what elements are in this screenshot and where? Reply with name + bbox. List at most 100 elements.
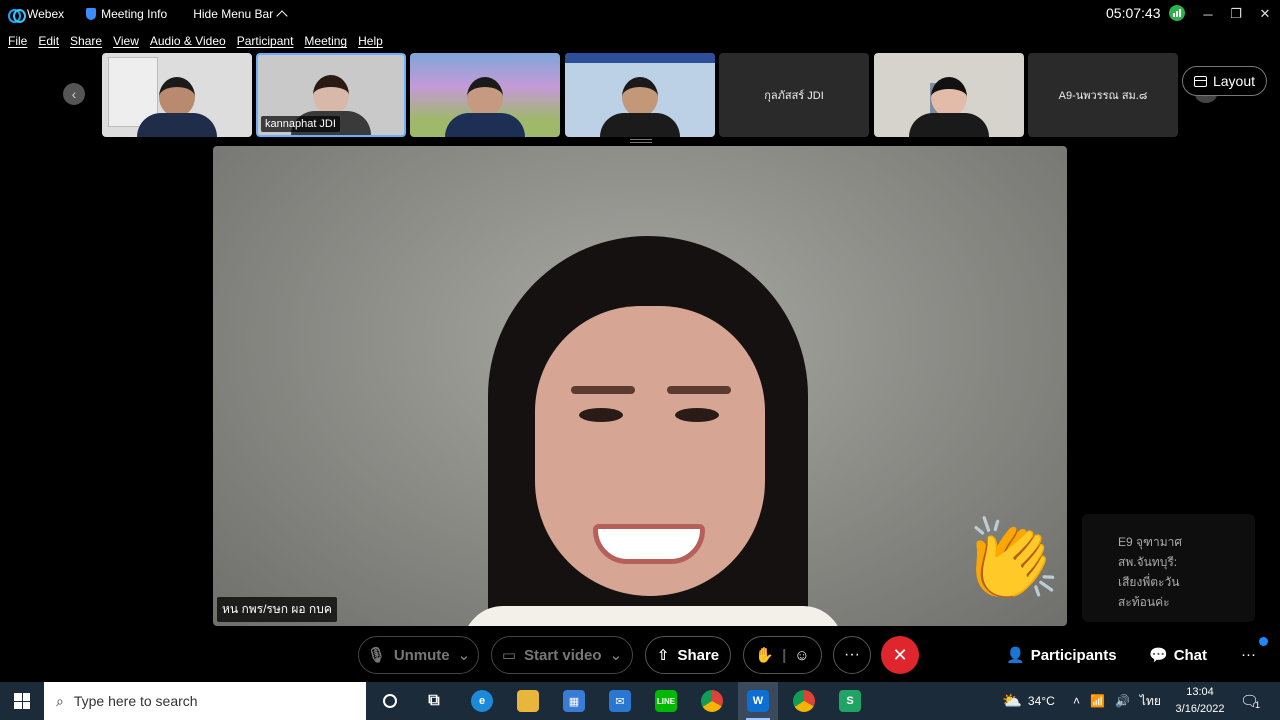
file-explorer-app[interactable] [508,682,548,720]
taskbar-clock[interactable]: 13:04 3/16/2022 [1170,684,1230,718]
close-button[interactable]: ✕ [1251,0,1279,28]
folder-icon [517,690,539,712]
task-view-button[interactable]: ⧉ [414,682,454,720]
timer-text: 05:07:43 [1106,5,1161,21]
chevron-left-icon: ‹ [71,86,77,102]
participant-tile[interactable] [565,53,715,137]
search-placeholder: Type here to search [73,693,198,709]
hide-menu-bar-button[interactable]: Hide Menu Bar [193,7,288,22]
sun-cloud-icon: ⛅ [1002,693,1022,710]
mic-muted-icon: 🎙 [366,647,386,664]
volume-icon[interactable]: 🔊 [1115,694,1130,708]
chat-preview[interactable]: E9 จุฑามาศ สพ.จันทบุรี: เสียงพี่ตะวัน สะ… [1082,514,1255,622]
start-video-label: Start video [524,646,602,664]
menu-meeting[interactable]: Meeting [304,34,347,48]
mail-icon: ✉ [609,690,631,712]
chevron-down-icon[interactable]: ⌄ [610,646,623,664]
chevron-up-icon[interactable]: ˄ [1073,694,1080,708]
participant-name: A9-นพวรรณ สม.๘ [1058,90,1148,102]
cortana-button[interactable] [370,682,410,720]
share-button[interactable]: ⇧ Share [645,636,731,674]
chevron-down-icon[interactable]: ⌄ [458,646,471,664]
participant-tile[interactable]: kannaphat JDI [256,53,406,137]
chrome-icon [793,690,815,712]
mail-app[interactable]: ✉ [600,682,640,720]
wifi-icon[interactable]: 📶 [1090,694,1105,708]
participant-video [445,77,525,137]
task-view-icon: ⧉ [428,692,440,709]
panel-more-button[interactable]: ··· [1241,646,1256,663]
app-name: Webex [27,7,65,21]
line-app[interactable]: LINE [646,682,686,720]
taskbar-search[interactable]: ⌕ Type here to search [44,682,366,720]
notification-dot [1259,637,1268,646]
meeting-timer: 05:07:43 [1106,5,1185,21]
maximize-button[interactable]: ❐ [1222,0,1250,28]
webex-logo-icon [8,9,26,23]
participant-tile[interactable] [410,53,560,137]
strip-resize-handle[interactable] [630,139,652,143]
reactions-group: ✋ | ☺ [743,636,822,674]
raise-hand-icon[interactable]: ✋ [755,646,774,664]
notification-center-button[interactable]: 🗨 1 [1240,682,1260,720]
menu-file[interactable]: File [8,34,27,48]
share-label: Share [677,646,720,664]
connection-signal-icon[interactable] [1168,5,1185,21]
menu-audio-video[interactable]: Audio & Video [150,34,226,48]
more-icon: ··· [844,646,860,663]
menu-participant[interactable]: Participant [237,34,294,48]
menu-share[interactable]: Share [70,34,102,48]
chrome-app-2[interactable] [784,682,824,720]
clock-time: 13:04 [1186,686,1214,698]
weather-widget[interactable]: ⛅ 34°C [1002,682,1055,720]
store-icon: ▦ [563,690,585,712]
start-video-button[interactable]: ▭ Start video ⌄ [491,636,633,674]
person-icon: 👤 [1006,647,1025,664]
layout-button[interactable]: Layout [1182,66,1267,96]
menu-view[interactable]: View [113,34,139,48]
participants-label: Participants [1030,646,1117,664]
participant-name: กุลภัสสร์ JDI [764,90,824,102]
meeting-info-button[interactable]: Meeting Info [86,7,167,21]
participant-tile[interactable]: A9-นพวรรณ สม.๘ [1028,53,1178,137]
line-icon: LINE [655,690,677,712]
leave-meeting-button[interactable]: ✕ [881,636,919,674]
edge-app[interactable]: e [462,682,502,720]
participant-video [909,77,989,137]
sheets-app[interactable]: S [830,682,870,720]
active-speaker-video: หน กพร/รษก ผอ กบค [213,146,1067,626]
chrome-app[interactable] [692,682,732,720]
unmute-button[interactable]: 🎙 Unmute ⌄ [358,636,479,674]
clock-date: 3/16/2022 [1175,703,1225,715]
share-screen-icon: ⇧ [656,647,670,664]
notification-count: 1 [1255,700,1261,710]
participants-button[interactable]: 👤 Participants [1006,646,1117,665]
menu-bar: File Edit Share View Audio & Video Parti… [0,30,386,52]
speaker-smile [593,524,705,564]
language-indicator[interactable]: ไทย [1140,692,1161,711]
camera-off-icon: ▭ [501,647,517,664]
chevron-up-icon [276,10,288,22]
system-tray: ˄ 📶 🔊 ไทย [1073,682,1161,720]
webex-app[interactable]: W [738,682,778,720]
participant-tile[interactable] [874,53,1024,137]
chrome-icon [701,690,723,712]
store-app[interactable]: ▦ [554,682,594,720]
participant-video [600,77,680,137]
more-options-button[interactable]: ··· [833,636,871,674]
start-button[interactable] [0,682,44,720]
chat-preview-line: สพ.จันทบุรี: [1118,555,1178,569]
menu-edit[interactable]: Edit [38,34,59,48]
strip-prev-button[interactable]: ‹ [63,83,85,105]
participant-tile[interactable]: กุลภัสสร์ JDI [719,53,869,137]
emoji-reaction-icon[interactable]: ☺ [794,647,809,664]
chat-button[interactable]: 💬 Chat [1149,646,1207,665]
speaker-face [535,306,765,596]
chat-preview-line: สะท้อนค่ะ [1118,595,1170,609]
minimize-button[interactable]: ─ [1194,0,1222,28]
menu-help[interactable]: Help [358,34,383,48]
speaker-shirt [463,606,843,626]
participant-tile[interactable] [102,53,252,137]
sheets-icon: S [839,690,861,712]
hide-menu-label: Hide Menu Bar [193,7,274,21]
